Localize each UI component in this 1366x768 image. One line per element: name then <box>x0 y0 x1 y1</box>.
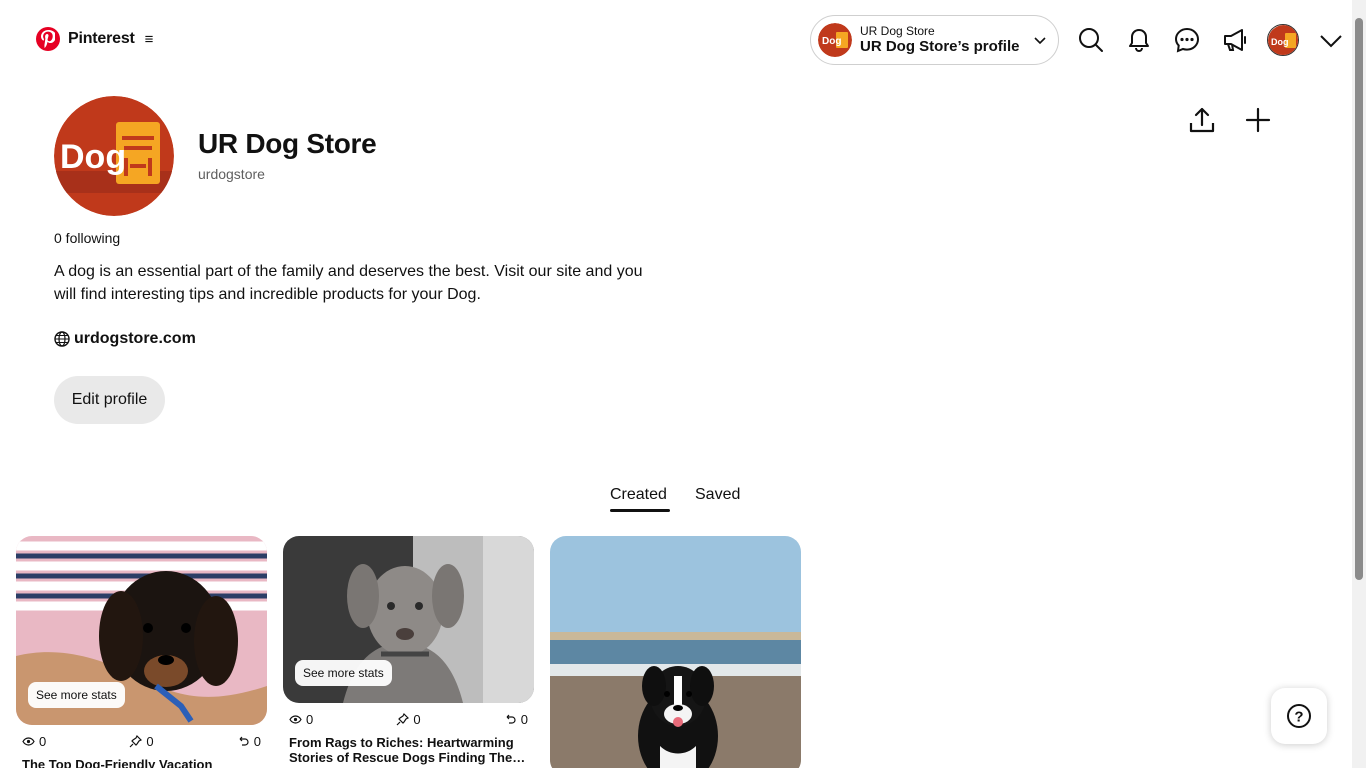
svg-text:Dog: Dog <box>822 36 841 47</box>
profile-avatar: Dog <box>54 96 174 216</box>
account-profile-label: UR Dog Store’s profile <box>860 38 1020 56</box>
clicks-count: 0 <box>253 734 261 749</box>
profile-bio: A dog is an essential part of the family… <box>54 263 643 303</box>
avatar[interactable]: Dog <box>1267 24 1299 56</box>
pin-image[interactable]: See more stats <box>16 536 267 725</box>
pin-card[interactable]: See more stats 0 0 0 From Rags to Riches… <box>283 536 534 765</box>
clicks-count: 0 <box>520 712 528 727</box>
saves-count: 0 <box>413 712 421 727</box>
megaphone-icon[interactable] <box>1219 24 1251 56</box>
scrollbar-thumb[interactable] <box>1355 18 1363 580</box>
avatar-logo-text: Dog <box>60 138 126 176</box>
pin-card[interactable] <box>550 536 801 768</box>
pin-card[interactable]: See more stats 0 0 0 The Top Dog-Friendl… <box>16 536 267 768</box>
help-button[interactable]: ? <box>1271 688 1327 744</box>
website-link[interactable]: urdogstore.com <box>54 330 196 348</box>
eye-icon <box>289 715 302 724</box>
following-count[interactable]: 0 following <box>54 230 120 246</box>
help-glyph: ? <box>1294 709 1303 726</box>
active-tab-indicator <box>610 509 670 512</box>
clicks-stat: 0 <box>237 734 261 749</box>
scrollbar[interactable] <box>1352 0 1366 768</box>
account-avatar: Dog <box>818 23 852 57</box>
website-label: urdogstore.com <box>74 330 196 347</box>
saves-count: 0 <box>146 734 154 749</box>
plus-icon[interactable] <box>1240 102 1276 138</box>
views-stat: 0 <box>22 734 46 749</box>
pinterest-logo[interactable]: Pinterest ≡ <box>36 27 153 51</box>
profile-handle: urdogstore <box>198 166 265 182</box>
pin-icon <box>129 735 143 748</box>
see-more-stats-button[interactable]: See more stats <box>28 682 125 708</box>
see-more-stats-button[interactable]: See more stats <box>295 660 392 686</box>
pin-icon <box>396 713 410 726</box>
profile-name: UR Dog Store <box>198 128 377 159</box>
brand-name: Pinterest <box>68 30 135 47</box>
pin-title[interactable]: From Rags to Riches: Heartwarming Storie… <box>283 735 534 765</box>
eye-icon <box>22 737 35 746</box>
views-count: 0 <box>306 712 314 727</box>
chevron-down-icon <box>1034 37 1046 45</box>
menu-icon[interactable]: ≡ <box>145 31 154 48</box>
tab-saved[interactable]: Saved <box>695 486 740 504</box>
tab-created[interactable]: Created <box>610 486 667 504</box>
svg-text:Dog: Dog <box>1271 37 1289 47</box>
account-switcher[interactable]: Dog UR Dog Store UR Dog Store’s profile <box>810 15 1059 65</box>
pin-image[interactable] <box>550 536 801 768</box>
chevron-down-icon[interactable] <box>1315 24 1347 56</box>
pin-title[interactable]: The Top Dog-Friendly Vacation <box>16 757 267 768</box>
link-icon <box>239 736 249 746</box>
search-icon[interactable] <box>1075 24 1107 56</box>
link-icon <box>506 714 516 724</box>
pinterest-icon <box>36 27 60 51</box>
clicks-stat: 0 <box>504 712 528 727</box>
saves-stat: 0 <box>396 712 421 727</box>
share-icon[interactable] <box>1184 102 1220 138</box>
globe-icon <box>54 331 70 347</box>
views-count: 0 <box>39 734 47 749</box>
saves-stat: 0 <box>129 734 154 749</box>
edit-profile-button[interactable]: Edit profile <box>54 376 165 424</box>
message-icon[interactable] <box>1171 24 1203 56</box>
bell-icon[interactable] <box>1123 24 1155 56</box>
pin-image[interactable]: See more stats <box>283 536 534 703</box>
account-name: UR Dog Store <box>860 23 935 38</box>
help-icon: ? <box>1287 704 1311 728</box>
views-stat: 0 <box>289 712 313 727</box>
